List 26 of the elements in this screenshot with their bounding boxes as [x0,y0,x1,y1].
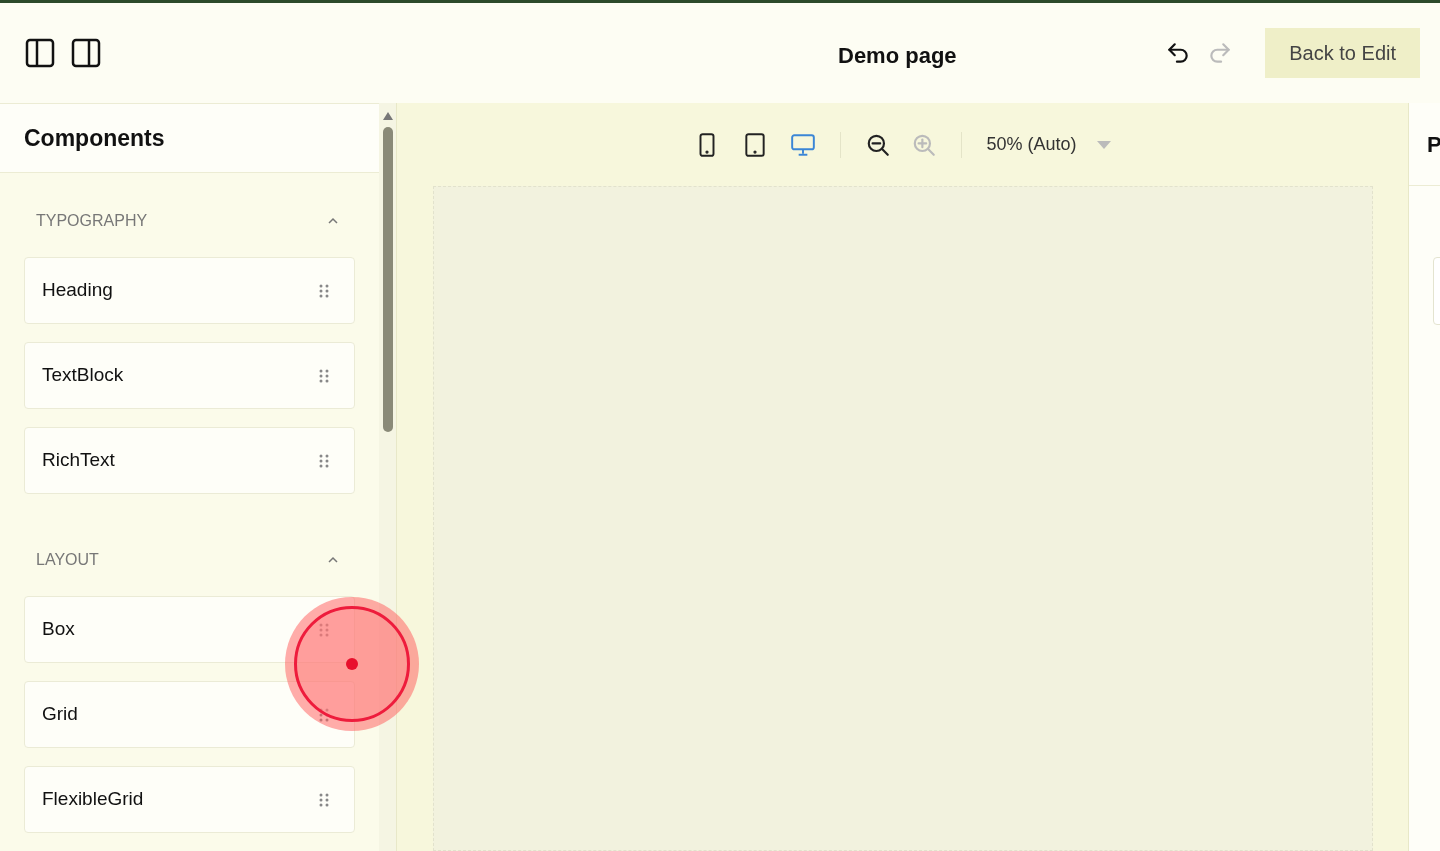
caret-down-icon [1096,140,1111,149]
right-panel-toggle-icon[interactable] [70,37,102,69]
drag-handle-icon[interactable] [319,707,330,722]
scrollbar-thumb[interactable] [382,127,393,432]
back-to-edit-button[interactable]: Back to Edit [1265,28,1420,78]
component-item[interactable]: Box [24,596,356,663]
drag-handle-icon[interactable] [319,792,330,807]
drag-handle-icon[interactable] [319,622,330,637]
collapse-caret-icon[interactable] [327,556,340,564]
sidebar-title: Components [0,103,380,173]
scroll-up-icon[interactable] [381,111,394,121]
component-item[interactable]: Grid [24,681,356,748]
zoom-level-dropdown[interactable]: 50% (Auto) [962,131,1111,158]
section-label: LAYOUT [36,550,99,570]
desktop-icon[interactable] [790,131,817,158]
drag-handle-icon[interactable] [319,283,330,298]
section-label: TYPOGRAPHY [36,211,148,231]
left-panel-toggle-icon[interactable] [24,37,56,69]
component-item[interactable]: FlexibleGrid [24,766,356,833]
page-title: Demo page [838,42,957,70]
drag-handle-icon[interactable] [319,368,330,383]
drag-handle-icon[interactable] [319,453,330,468]
collapse-caret-icon[interactable] [327,217,340,225]
component-item[interactable]: TextBlock [24,342,356,409]
component-item[interactable]: Heading [24,257,356,324]
component-item[interactable]: RichText [24,427,356,494]
